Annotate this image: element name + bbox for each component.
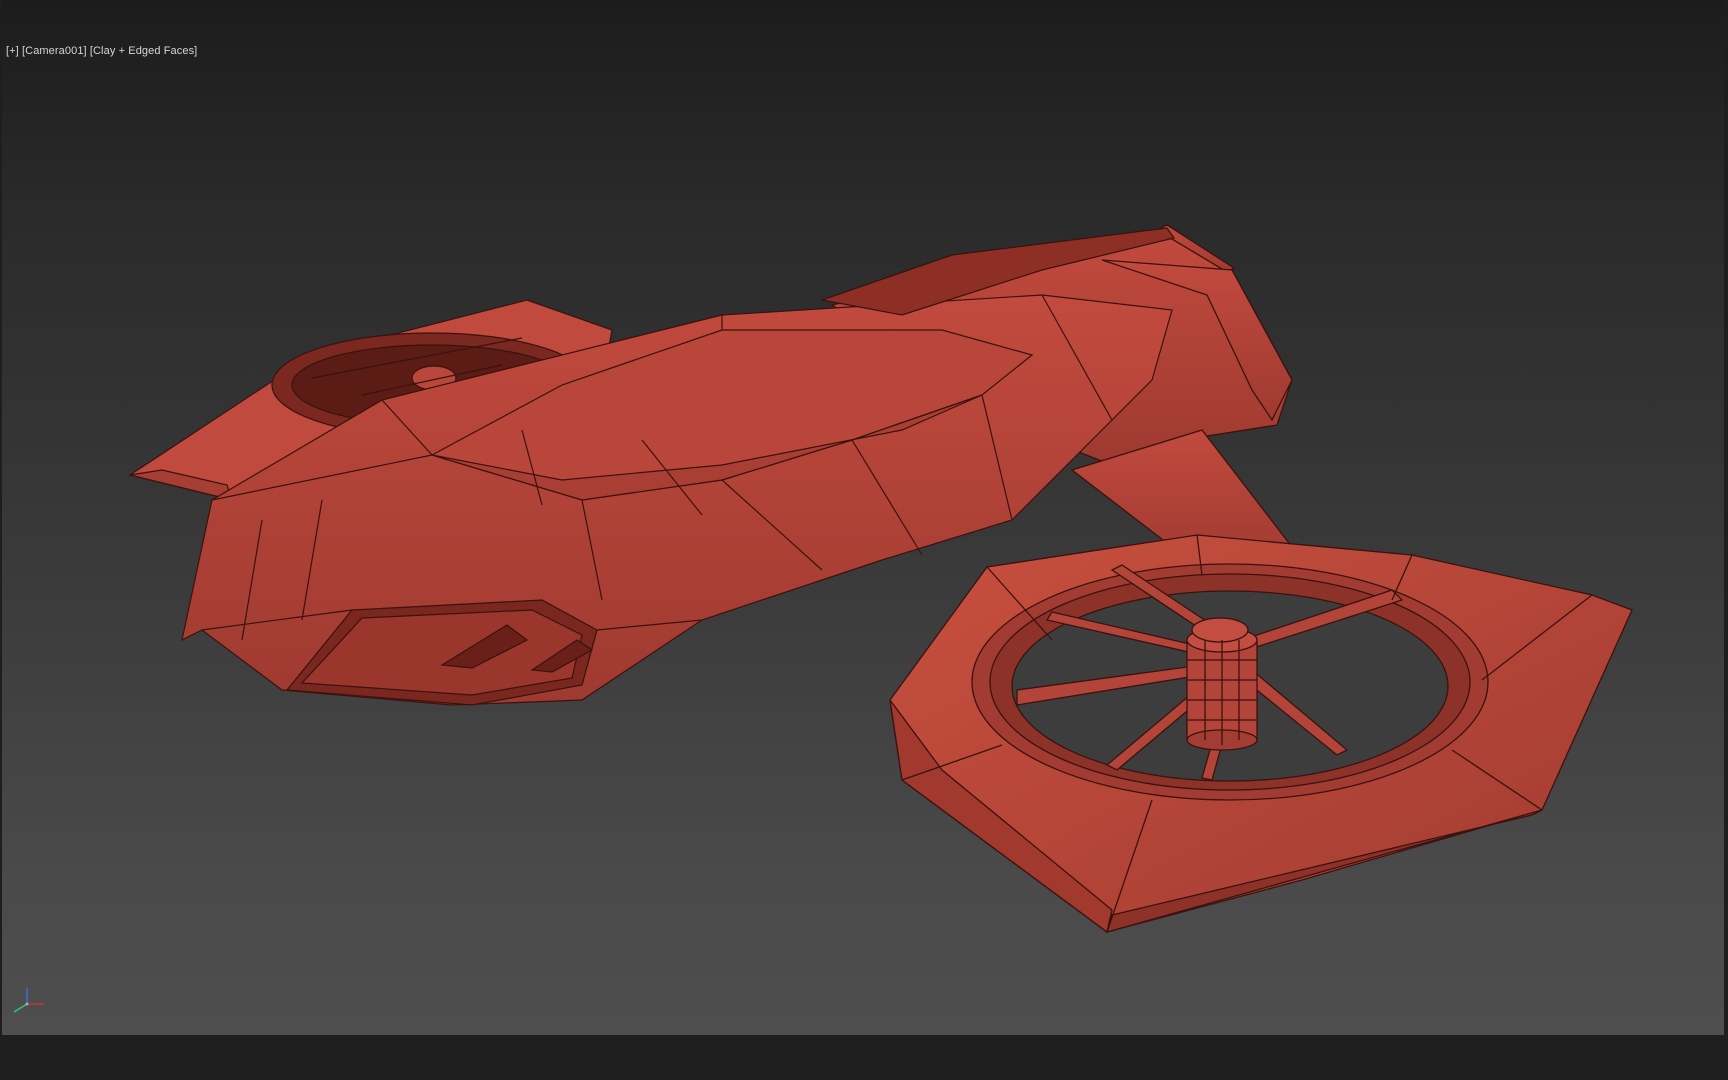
axis-gizmo	[13, 988, 44, 1013]
camera-viewport[interactable]: [+] [Camera001] [Clay + Edged Faces]	[2, 0, 1724, 1035]
y-axis-icon	[13, 1003, 28, 1013]
app-window: [+] [Camera001] [Clay + Edged Faces]	[0, 0, 1728, 1080]
bottom-bar	[0, 1035, 1728, 1080]
right-rotor-housing	[889, 534, 1633, 934]
hover-craft-model[interactable]	[2, 0, 1724, 1035]
